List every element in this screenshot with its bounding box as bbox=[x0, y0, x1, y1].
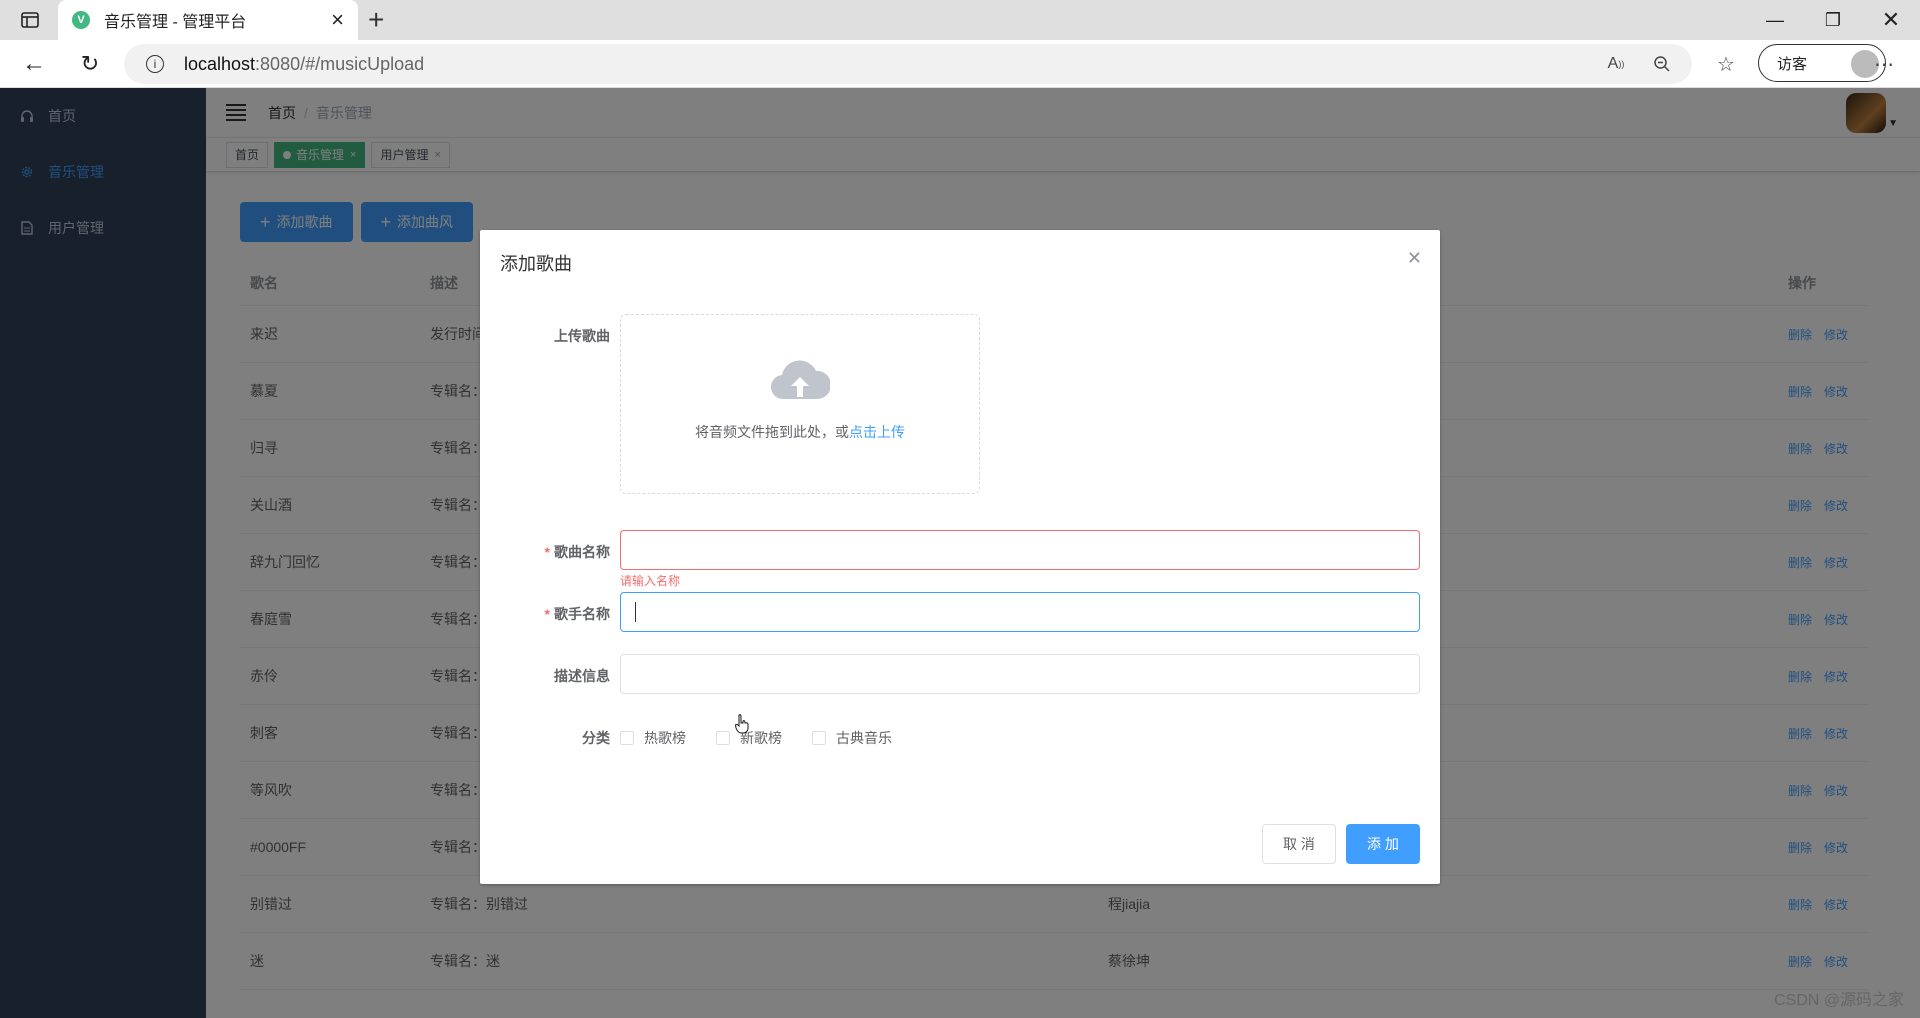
upload-label: 上传歌曲 bbox=[554, 328, 610, 344]
url-text: localhost:8080/#/musicUpload bbox=[184, 53, 425, 74]
vue-logo-icon: V bbox=[72, 11, 90, 29]
browser-tab-strip: V 音乐管理 - 管理平台 × + — ❐ ✕ bbox=[0, 0, 1920, 40]
url-field[interactable]: i localhost:8080/#/musicUpload bbox=[124, 44, 1692, 84]
upload-text: 将音频文件拖到此处，或点击上传 bbox=[695, 424, 905, 440]
dialog-title: 添加歌曲 bbox=[500, 254, 572, 274]
more-menu-icon[interactable]: ⋯ bbox=[1868, 48, 1900, 80]
category-new[interactable]: 新歌榜 bbox=[716, 728, 782, 748]
category-classical[interactable]: 古典音乐 bbox=[812, 728, 892, 748]
text-caret bbox=[635, 602, 636, 622]
back-icon[interactable]: ← bbox=[16, 48, 52, 80]
song-name-label: * 歌曲名称 bbox=[544, 544, 610, 560]
refresh-icon[interactable]: ↻ bbox=[72, 48, 108, 80]
tab-title: 音乐管理 - 管理平台 bbox=[104, 14, 247, 31]
new-tab-icon[interactable]: + bbox=[368, 4, 384, 36]
category-hot[interactable]: 热歌榜 bbox=[620, 728, 686, 748]
browser-tab[interactable]: V 音乐管理 - 管理平台 × bbox=[58, 0, 358, 40]
favorites-icon[interactable]: ☆ bbox=[1710, 48, 1742, 80]
window-close-icon[interactable]: ✕ bbox=[1862, 0, 1920, 40]
address-bar: ← ↻ i localhost:8080/#/musicUpload A)) ☆… bbox=[0, 40, 1920, 88]
cloud-upload-icon bbox=[770, 355, 832, 406]
tab-close-icon[interactable]: × bbox=[331, 9, 344, 31]
checkbox[interactable] bbox=[812, 731, 826, 745]
zoom-icon[interactable] bbox=[1646, 48, 1678, 80]
song-name-error: 请输入名称 bbox=[620, 574, 681, 588]
singer-input[interactable] bbox=[620, 592, 1420, 632]
watermark: CSDN @源码之家 bbox=[1773, 992, 1904, 1009]
minimize-icon[interactable]: — bbox=[1746, 0, 1804, 40]
read-aloud-icon[interactable]: A)) bbox=[1600, 48, 1632, 80]
desc-input[interactable] bbox=[620, 654, 1420, 694]
category-label: 分类 bbox=[582, 730, 610, 746]
add-button[interactable]: 添 加 bbox=[1346, 824, 1420, 864]
category-checkboxes: 热歌榜 新歌榜 古典音乐 bbox=[620, 728, 922, 748]
cancel-button[interactable]: 取 消 bbox=[1262, 824, 1336, 864]
guest-profile-button[interactable]: 访客 bbox=[1758, 44, 1886, 82]
singer-label: * 歌手名称 bbox=[544, 606, 610, 622]
site-info-icon[interactable]: i bbox=[146, 55, 164, 73]
upload-dropzone[interactable]: 将音频文件拖到此处，或点击上传 bbox=[620, 314, 980, 494]
checkbox[interactable] bbox=[620, 731, 634, 745]
click-upload-link[interactable]: 点击上传 bbox=[849, 424, 905, 440]
restore-icon[interactable]: ❐ bbox=[1804, 0, 1862, 40]
tab-actions-icon[interactable] bbox=[14, 8, 46, 32]
checkbox[interactable] bbox=[716, 731, 730, 745]
desc-label: 描述信息 bbox=[554, 668, 610, 684]
close-icon[interactable]: ✕ bbox=[1407, 248, 1422, 269]
hand-cursor-icon bbox=[735, 714, 749, 734]
add-song-dialog: 添加歌曲 ✕ 上传歌曲 将音频文件拖到此处，或点击上传 * 歌曲名称 请输入名称 … bbox=[480, 230, 1440, 884]
song-name-input[interactable] bbox=[620, 530, 1420, 570]
